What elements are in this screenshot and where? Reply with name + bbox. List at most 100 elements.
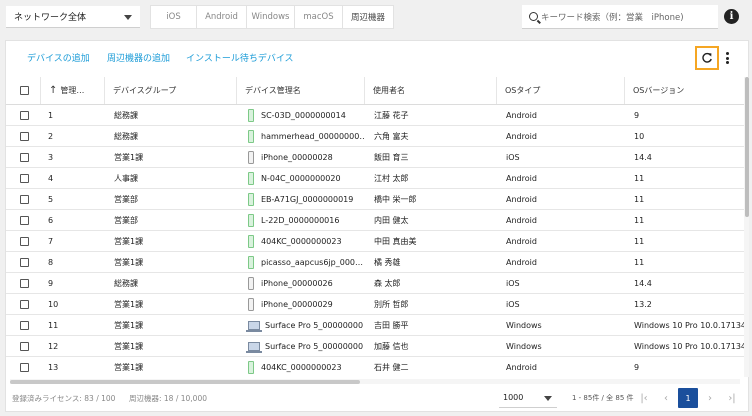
search-input[interactable]: キーワード検索（例：営業 iPhone): [522, 5, 718, 29]
sort-asc-icon: ↑: [49, 85, 58, 96]
cell-device-name[interactable]: iPhone_00000028: [236, 147, 364, 167]
refresh-icon: [702, 52, 712, 63]
page-number-current[interactable]: 1: [678, 388, 698, 408]
table-row[interactable]: 1 総務課 SC-03D_0000000014 江藤 花子 Android 9: [6, 105, 744, 126]
table-row[interactable]: 9 総務課 iPhone_00000026 森 太郎 iOS 14.4: [6, 273, 744, 294]
cell-device-name[interactable]: hammerhead_00000000…: [236, 126, 364, 146]
prev-page-icon[interactable]: ‹: [656, 388, 676, 408]
cell-os-version: 9: [634, 110, 640, 120]
add-device-link[interactable]: デバイスの追加: [27, 51, 90, 64]
cell-os-type: Android: [506, 173, 537, 183]
row-select-cell: [20, 210, 40, 230]
row-checkbox[interactable]: [20, 257, 29, 267]
row-checkbox[interactable]: [20, 110, 29, 120]
last-page-icon[interactable]: ›|: [722, 388, 742, 408]
action-bar: デバイスの追加 周辺機器の追加 インストール待ちデバイス: [6, 41, 748, 73]
cell-device-name[interactable]: EB-A71GJ_0000000019: [236, 189, 364, 209]
info-icon[interactable]: i: [724, 9, 739, 24]
cell-user: 飯田 育三: [374, 152, 409, 162]
row-checkbox[interactable]: [20, 131, 29, 141]
cell-device-name[interactable]: N-04C_0000000020: [236, 168, 364, 188]
install-waiting-link[interactable]: インストール待ちデバイス: [186, 51, 294, 64]
cell-os-version: Windows 10 Pro 10.0.17134: [634, 320, 744, 330]
cell-device-name[interactable]: iPhone_00000026: [236, 273, 364, 293]
row-checkbox[interactable]: [20, 341, 29, 351]
table-row[interactable]: 7 営業1課 404KC_0000000023 中田 真由美 Android 11: [6, 231, 744, 252]
cell-group: 営業部: [114, 194, 138, 204]
table-row[interactable]: 5 営業部 EB-A71GJ_0000000019 橋中 栄一郎 Android 11: [6, 189, 744, 210]
cell-id: 4: [48, 173, 54, 183]
table-row[interactable]: 4 人事課 N-04C_0000000020 江村 太郎 Android 11: [6, 168, 744, 189]
cell-device-name[interactable]: picasso_aapcus6jp_000…: [236, 252, 364, 272]
row-checkbox[interactable]: [20, 236, 29, 246]
row-checkbox[interactable]: [20, 215, 29, 225]
column-header-device-name[interactable]: デバイス管理名: [236, 77, 364, 104]
add-peripheral-link[interactable]: 周辺機器の追加: [107, 51, 170, 64]
row-checkbox[interactable]: [20, 320, 29, 330]
row-select-cell: [20, 336, 40, 356]
row-select-cell: [20, 273, 40, 293]
cell-id: 7: [48, 236, 54, 246]
filter-peripherals[interactable]: 周辺機器: [343, 6, 393, 28]
table-row[interactable]: 11 営業1課 Surface Pro 5_00000000… 吉田 勝平 Window…: [6, 315, 744, 336]
row-checkbox[interactable]: [20, 152, 29, 162]
cell-group: 営業1課: [114, 341, 144, 351]
filter-ios[interactable]: iOS: [151, 6, 197, 28]
column-header-group[interactable]: デバイスグループ: [104, 77, 236, 104]
cell-device-name[interactable]: 404KC_0000000023: [236, 357, 364, 377]
device-name-text: 404KC_0000000023: [261, 362, 342, 372]
cell-id: 1: [48, 110, 54, 120]
cell-user: 石井 健二: [374, 362, 409, 372]
table-row[interactable]: 3 営業1課 iPhone_00000028 飯田 育三 iOS 14.4: [6, 147, 744, 168]
cell-os-version: 11: [634, 173, 645, 183]
column-header-os-type[interactable]: OSタイプ: [496, 77, 624, 104]
cell-device-name[interactable]: iPhone_00000029: [236, 294, 364, 314]
cell-group: 人事課: [114, 173, 138, 183]
row-checkbox[interactable]: [20, 278, 29, 288]
license-count: 登録済みライセンス: 83 / 100: [12, 394, 116, 403]
horizontal-scrollbar[interactable]: [10, 379, 740, 384]
filter-windows[interactable]: Windows: [247, 6, 295, 28]
cell-device-name[interactable]: SC-03D_0000000014: [236, 105, 364, 125]
table-row[interactable]: 2 総務課 hammerhead_00000000… 六角 富夫 Android 10: [6, 126, 744, 147]
column-header-id[interactable]: ↑ 管理…: [40, 77, 104, 104]
cell-device-name[interactable]: Surface Pro 5_00000000…: [236, 336, 364, 356]
vertical-scrollbar[interactable]: [744, 77, 749, 377]
filter-macos[interactable]: macOS: [295, 6, 343, 28]
table-row[interactable]: 10 営業1課 iPhone_00000029 別所 哲郎 iOS 13.2: [6, 294, 744, 315]
column-header-user[interactable]: 使用者名: [364, 77, 496, 104]
cell-device-name[interactable]: 404KC_0000000023: [236, 231, 364, 251]
table-row[interactable]: 6 営業部 L-22D_0000000016 内田 健太 Android 11: [6, 210, 744, 231]
row-checkbox[interactable]: [20, 173, 29, 183]
cell-group: 営業1課: [114, 320, 144, 330]
row-checkbox[interactable]: [20, 299, 29, 309]
device-name-text: Surface Pro 5_00000000…: [265, 341, 364, 351]
cell-id: 12: [48, 341, 59, 351]
device-name-text: iPhone_00000026: [261, 278, 333, 288]
cell-os-type: Android: [506, 257, 537, 267]
refresh-button[interactable]: [695, 46, 719, 70]
first-page-icon[interactable]: |‹: [634, 388, 654, 408]
cell-user: 江藤 花子: [374, 110, 409, 120]
cell-device-name[interactable]: L-22D_0000000016: [236, 210, 364, 230]
cell-device-name[interactable]: Surface Pro 5_00000000…: [236, 315, 364, 335]
column-header-os-version[interactable]: OSバージョン: [624, 77, 744, 104]
page-size-select[interactable]: 1000: [499, 388, 557, 408]
table-row[interactable]: 8 営業1課 picasso_aapcus6jp_000… 橘 秀雄 Android 11: [6, 252, 744, 273]
next-page-icon[interactable]: ›: [700, 388, 720, 408]
row-checkbox[interactable]: [20, 194, 29, 204]
filter-android[interactable]: Android: [197, 6, 247, 28]
device-name-text: L-22D_0000000016: [261, 215, 340, 225]
cell-user: 加藤 信也: [374, 341, 409, 351]
table-row[interactable]: 13 営業1課 404KC_0000000023 石井 健二 Android 9: [6, 357, 744, 377]
more-vert-icon[interactable]: [723, 50, 731, 66]
select-all-checkbox[interactable]: [20, 86, 29, 95]
chevron-down-icon: [124, 15, 132, 20]
row-select-cell: [20, 294, 40, 314]
table-row[interactable]: 12 営業1課 Surface Pro 5_00000000… 加藤 信也 Window…: [6, 336, 744, 357]
network-select[interactable]: ネットワーク全体: [6, 6, 140, 28]
cell-group: 営業部: [114, 215, 138, 225]
row-checkbox[interactable]: [20, 362, 29, 372]
cell-user: 別所 哲郎: [374, 299, 409, 309]
device-name-text: picasso_aapcus6jp_000…: [261, 257, 364, 267]
